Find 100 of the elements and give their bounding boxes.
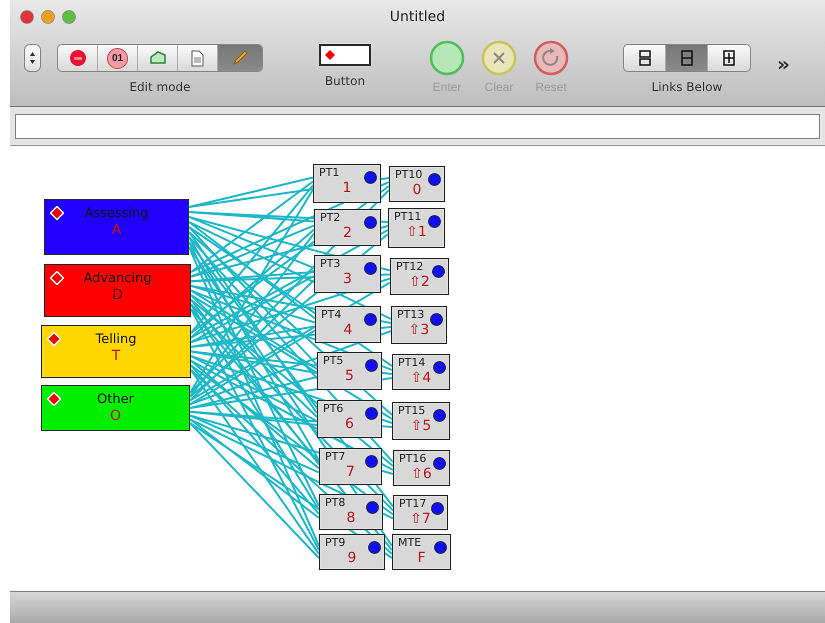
pad-node[interactable]: PT8 8	[319, 494, 383, 530]
pad-node[interactable]: PT16 ⇧6	[393, 450, 450, 486]
node-label: PT8	[324, 496, 346, 509]
stepper-arrows-icon	[29, 50, 36, 66]
node-label: PT11	[393, 210, 422, 223]
shortcut-key: D	[112, 286, 123, 304]
node-label: MTE	[397, 536, 422, 549]
pad-node[interactable]: PT9 9	[319, 534, 385, 570]
shortcut-key: ⇧1	[406, 223, 427, 241]
circle-icon	[429, 40, 465, 76]
node-label: Assessing	[84, 206, 149, 221]
pad-node[interactable]: PT7 7	[319, 448, 382, 485]
category-node[interactable]: Advancing D	[44, 264, 191, 317]
pad-node[interactable]: PT10 0	[389, 166, 445, 202]
node-label: PT6	[322, 402, 344, 415]
shortcut-key: 2	[343, 224, 352, 242]
overflow-button[interactable]: »	[777, 52, 790, 76]
pad-node[interactable]: PT2 2	[314, 209, 381, 246]
dot-icon	[364, 313, 377, 326]
group-label: Links Below	[652, 80, 722, 94]
button-well[interactable]	[319, 44, 371, 66]
pad-node[interactable]: PT12 ⇧2	[390, 258, 449, 295]
shortcut-key: ⇧5	[410, 417, 432, 435]
input-field[interactable]	[15, 114, 820, 138]
node-label: PT3	[319, 257, 340, 270]
pencil-icon	[231, 49, 249, 67]
mode-button[interactable]: 01	[98, 45, 138, 71]
dot-icon	[368, 541, 381, 554]
shortcut-key: 7	[346, 463, 355, 481]
shortcut-key: 4	[344, 321, 352, 339]
shortcut-key: 5	[345, 367, 354, 385]
pad-node[interactable]: PT1 1	[313, 164, 381, 203]
shortcut-key: 3	[343, 270, 352, 288]
group-label: Button	[324, 74, 366, 88]
shortcut-key: ⇧4	[410, 369, 432, 387]
diamond-icon	[325, 50, 335, 60]
shortcut-key: 8	[346, 509, 356, 527]
pad-node[interactable]: PT14 ⇧4	[392, 354, 450, 390]
pad-node[interactable]: PT11 ⇧1	[388, 208, 445, 248]
group-label: Edit mode	[129, 80, 191, 94]
node-label: Telling	[95, 332, 137, 347]
node-label: PT10	[394, 168, 422, 181]
shortcut-key: O	[110, 407, 122, 425]
node-label: PT16	[398, 452, 426, 465]
dot-icon	[430, 313, 443, 326]
shortcut-key: ⇧3	[408, 321, 430, 339]
dot-icon	[433, 361, 446, 374]
dot-icon	[433, 409, 446, 422]
tag-icon	[148, 51, 166, 65]
reset-icon	[533, 40, 569, 76]
pad-node[interactable]: PT3 3	[314, 255, 381, 293]
dot-icon	[364, 262, 377, 275]
shortcut-key: 6	[345, 415, 354, 433]
node-label: PT9	[324, 536, 346, 549]
dot-icon	[365, 359, 378, 372]
pad-node[interactable]: PT13 ⇧3	[391, 306, 447, 344]
zoom-icon[interactable]	[62, 10, 76, 24]
dot-icon	[365, 407, 378, 420]
linked-boxes-icon	[723, 50, 735, 66]
node-label: PT13	[396, 308, 424, 321]
shortcut-key: T	[112, 347, 120, 365]
dot-icon	[366, 501, 379, 514]
diamond-icon	[47, 392, 61, 406]
diamond-icon	[47, 332, 61, 346]
node-label: Other	[97, 392, 134, 407]
shortcut-key: 1	[342, 179, 352, 197]
split-boxes-icon	[638, 50, 650, 66]
dot-icon	[428, 215, 441, 228]
pad-node[interactable]: PT4 4	[315, 306, 381, 343]
dot-icon	[365, 455, 378, 468]
close-icon[interactable]	[20, 10, 34, 24]
dot-icon	[428, 173, 441, 186]
diamond-icon	[50, 206, 64, 220]
record-icon	[68, 49, 86, 67]
category-node[interactable]: Other O	[41, 385, 190, 431]
pad-node[interactable]: PT17 ⇧7	[393, 495, 448, 530]
diamond-icon	[50, 271, 64, 285]
dot-icon	[364, 216, 377, 229]
node-label: PT17	[398, 497, 426, 510]
document-icon	[191, 50, 204, 66]
pad-node[interactable]: PT5 5	[317, 352, 382, 390]
shortcut-key: ⇧6	[411, 465, 432, 483]
layout-button[interactable]	[666, 45, 708, 71]
pad-node[interactable]: MTE F	[392, 534, 451, 570]
node-label: PT1	[318, 166, 340, 179]
pad-node[interactable]: PT6 6	[317, 400, 382, 438]
stacked-boxes-icon	[680, 50, 692, 66]
shortcut-key: ⇧7	[410, 510, 431, 528]
node-label: PT14	[397, 356, 426, 369]
category-node[interactable]: Telling T	[41, 325, 191, 378]
pad-node[interactable]: PT15 ⇧5	[392, 402, 450, 440]
shortcut-key: F	[417, 549, 426, 567]
stepper[interactable]	[24, 44, 41, 72]
shortcut-key: 0	[412, 181, 422, 199]
node-label: PT5	[322, 354, 344, 367]
minimize-icon[interactable]	[41, 10, 55, 24]
clear-icon	[481, 40, 517, 76]
node-label: PT4	[320, 308, 342, 321]
dot-icon	[434, 541, 447, 554]
dot-icon	[432, 265, 445, 278]
